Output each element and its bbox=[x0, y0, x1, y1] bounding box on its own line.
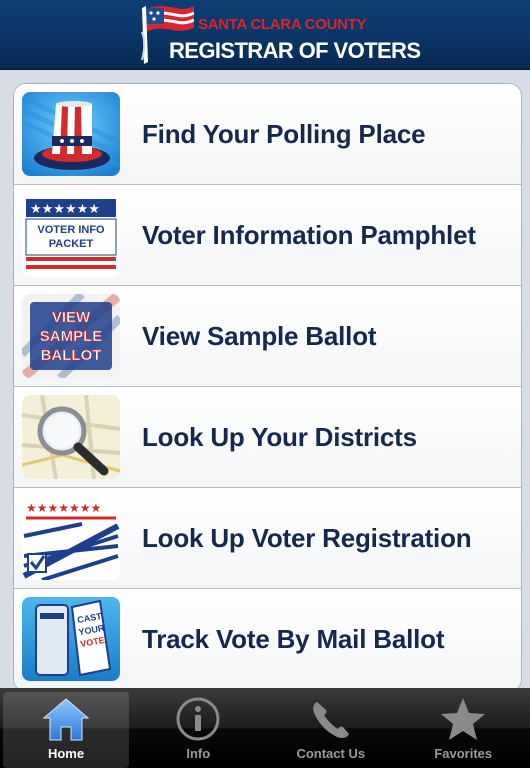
svg-text:BALLOT: BALLOT bbox=[41, 347, 102, 364]
menu-item-label: View Sample Ballot bbox=[142, 321, 377, 351]
tab-home[interactable]: Home bbox=[3, 692, 129, 768]
tab-info[interactable]: Info bbox=[132, 688, 265, 768]
registration-form-icon: ★★★★★★★ bbox=[22, 496, 120, 580]
menu-item-label: Look Up Your Districts bbox=[142, 422, 417, 452]
menu-item-sample-ballot[interactable]: VIEW SAMPLE BALLOT View Sample Ballot bbox=[14, 286, 521, 387]
county-name: Santa Clara County bbox=[198, 16, 367, 33]
tab-label: Home bbox=[47, 746, 85, 761]
tab-label: Favorites bbox=[434, 746, 493, 761]
menu-item-track-mail-ballot[interactable]: CAST YOUR VOTE Track Vote By Mail Ballot bbox=[14, 589, 521, 691]
menu-item-label: Voter Information Pamphlet bbox=[142, 220, 476, 250]
app-header: Santa Clara County Registrar of Voters bbox=[0, 0, 530, 70]
tab-label: Info bbox=[186, 746, 211, 761]
menu-item-voter-pamphlet[interactable]: ★★★★★★ VOTER INFO PACKET Voter Informati… bbox=[14, 185, 521, 286]
tab-label: Contact Us bbox=[296, 746, 366, 761]
svg-text:★★★★★★: ★★★★★★ bbox=[30, 202, 100, 217]
mail-ballot-icon: CAST YOUR VOTE bbox=[22, 597, 120, 681]
uncle-sam-hat-icon bbox=[22, 92, 120, 176]
menu-item-label: Find Your Polling Place bbox=[142, 119, 426, 149]
svg-text:PACKET: PACKET bbox=[49, 238, 94, 250]
svg-text:SAMPLE: SAMPLE bbox=[40, 328, 103, 345]
menu-item-label: Track Vote By Mail Ballot bbox=[142, 624, 445, 654]
tab-bar: Home Info Contact Us Favorites bbox=[0, 688, 530, 768]
menu-item-label: Look Up Voter Registration bbox=[142, 523, 472, 553]
info-icon bbox=[176, 697, 220, 741]
registrar-logo: Santa Clara County Registrar of Voters bbox=[132, 2, 421, 66]
svg-text:★★★★★★★: ★★★★★★★ bbox=[26, 501, 101, 515]
menu-item-districts[interactable]: Look Up Your Districts bbox=[14, 387, 521, 488]
app-title: Registrar of Voters bbox=[169, 38, 421, 63]
phone-icon bbox=[313, 702, 349, 738]
magnifier-map-icon bbox=[22, 395, 120, 479]
star-icon bbox=[441, 698, 486, 740]
home-icon bbox=[42, 698, 90, 741]
menu-item-polling-place[interactable]: Find Your Polling Place bbox=[14, 84, 521, 185]
tab-favorites[interactable]: Favorites bbox=[397, 688, 530, 768]
sample-ballot-icon: VIEW SAMPLE BALLOT bbox=[22, 294, 120, 378]
svg-text:VIEW: VIEW bbox=[52, 309, 91, 326]
menu-item-voter-registration[interactable]: ★★★★★★★ Look Up Voter Registration bbox=[14, 488, 521, 589]
main-menu: Find Your Polling Place ★★★★★★ VOTER INF… bbox=[14, 84, 521, 691]
svg-text:VOTER INFO: VOTER INFO bbox=[37, 224, 105, 236]
voter-info-packet-icon: ★★★★★★ VOTER INFO PACKET bbox=[22, 193, 120, 277]
tab-contact-us[interactable]: Contact Us bbox=[265, 688, 398, 768]
